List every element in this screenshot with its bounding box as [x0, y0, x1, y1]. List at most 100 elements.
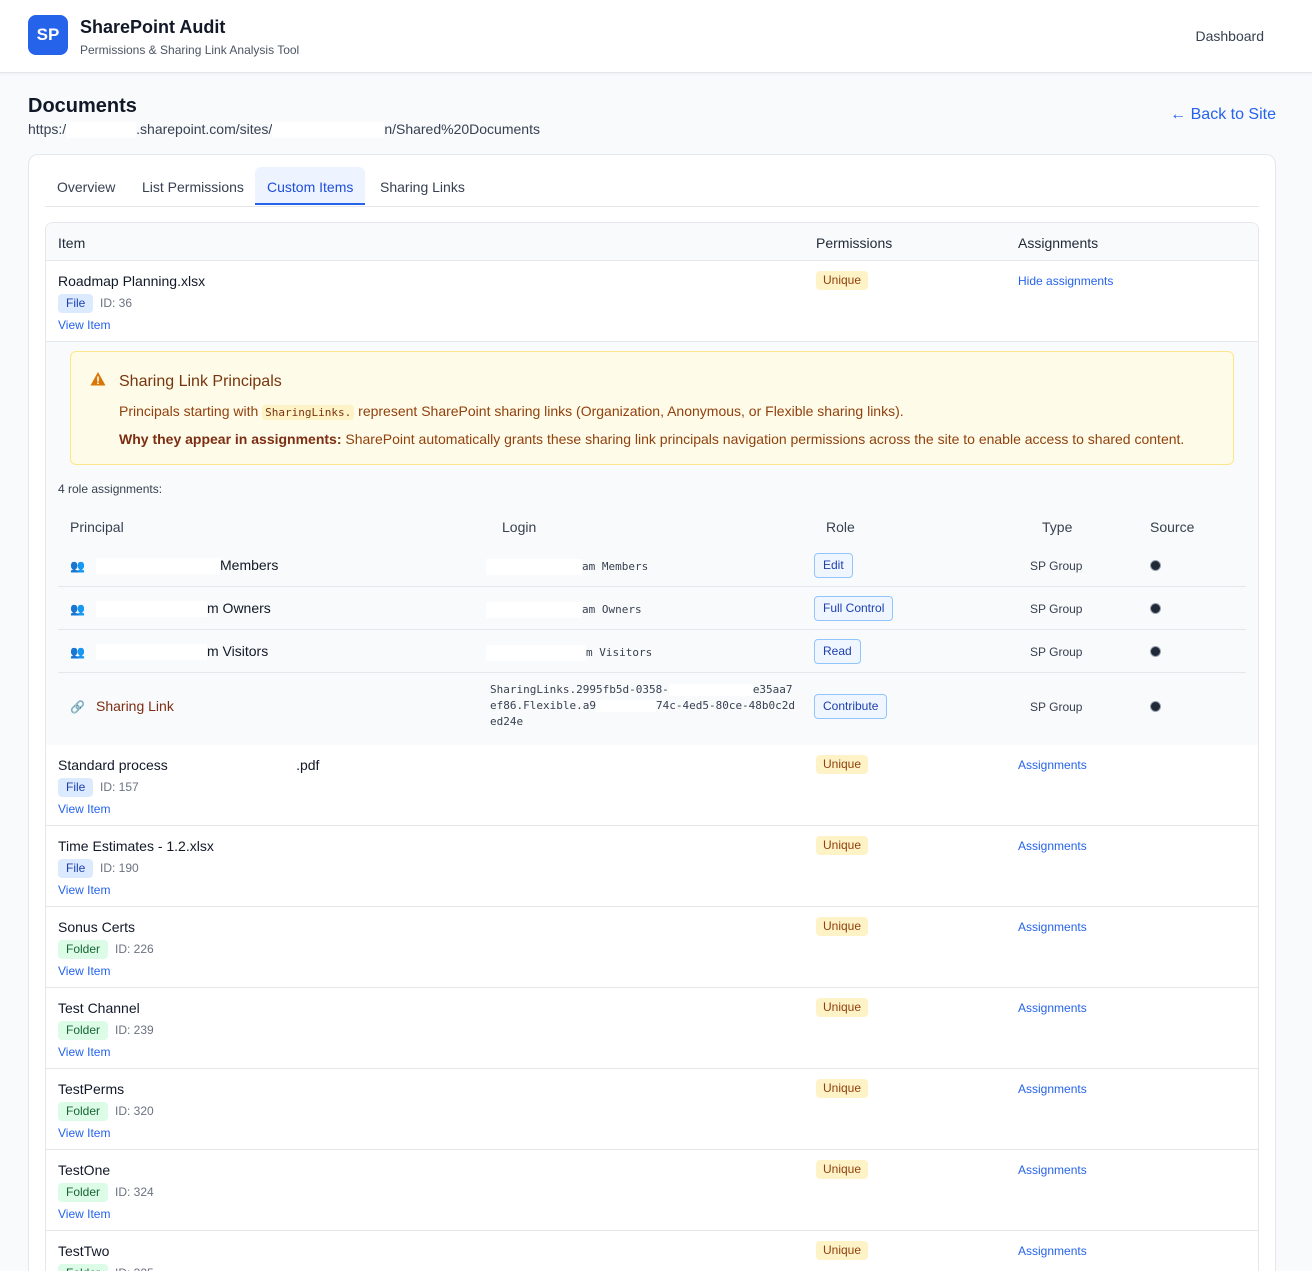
- permissions-badge: Unique: [816, 1241, 869, 1260]
- header-permissions: Permissions: [816, 235, 893, 251]
- permissions-badge: Unique: [816, 271, 869, 290]
- view-item-link[interactable]: View Item: [58, 318, 110, 332]
- view-item-link[interactable]: View Item: [58, 1207, 110, 1221]
- item-name: Test Channel: [58, 1000, 140, 1016]
- role-row: 👥 m Owners am Owners Full Control SP Grou…: [58, 587, 1246, 630]
- page-title: Documents: [28, 95, 137, 117]
- login-name: m Visitors: [486, 645, 652, 661]
- tab-overview[interactable]: Overview: [45, 167, 127, 206]
- principal-name: 👥 m Visitors: [70, 643, 269, 661]
- tab-bar: Overview List Permissions Custom Items S…: [45, 167, 1259, 207]
- source-indicator: [1150, 646, 1161, 657]
- view-item-link[interactable]: View Item: [58, 883, 110, 897]
- assignments-link[interactable]: Assignments: [1018, 758, 1087, 772]
- assignments-panel: Sharing Link Principals Principals start…: [46, 342, 1258, 746]
- table-row: Test Channel Folder ID: 239 View Item Un…: [46, 988, 1258, 1069]
- item-id: ID: 157: [100, 780, 139, 794]
- view-item-link[interactable]: View Item: [58, 1126, 110, 1140]
- item-name: Sonus Certs: [58, 919, 136, 935]
- table-row: Standard process .pdf File ID: 157 View …: [46, 745, 1258, 826]
- type-badge: File: [58, 294, 94, 313]
- permissions-badge: Unique: [816, 755, 869, 774]
- role-count: 4 role assignments:: [58, 482, 163, 496]
- table-row: TestTwo Folder ID: 325 Unique Assignment…: [46, 1231, 1258, 1271]
- type-badge: Folder: [58, 1102, 109, 1121]
- item-id: ID: 320: [115, 1104, 154, 1118]
- item-id: ID: 325: [115, 1266, 154, 1271]
- principal-type: SP Group: [1030, 559, 1083, 573]
- header-item: Item: [58, 235, 86, 251]
- nav-dashboard-link[interactable]: Dashboard: [1196, 28, 1265, 44]
- header-assignments: Assignments: [1018, 235, 1099, 251]
- principal-type: SP Group: [1030, 645, 1083, 659]
- item-name: Roadmap Planning.xlsx: [58, 273, 206, 289]
- table-row: Time Estimates - 1.2.xlsx File ID: 190 V…: [46, 826, 1258, 907]
- item-name: TestPerms: [58, 1081, 125, 1097]
- source-indicator: [1150, 603, 1161, 614]
- role-row: 🔗 Sharing Link SharingLinks.2995fb5d-0358…: [58, 673, 1246, 746]
- type-badge: File: [58, 778, 94, 797]
- type-badge: Folder: [58, 1021, 109, 1040]
- content-card: Overview List Permissions Custom Items S…: [28, 154, 1276, 1271]
- tab-custom-items[interactable]: Custom Items: [255, 167, 366, 205]
- back-to-site-link[interactable]: ← Back to Site: [1170, 106, 1276, 124]
- permissions-badge: Unique: [816, 836, 869, 855]
- app-title: SharePoint Audit: [80, 17, 226, 37]
- tab-sharing-links[interactable]: Sharing Links: [368, 167, 477, 206]
- type-badge: File: [58, 859, 94, 878]
- role-badge: Contribute: [814, 694, 888, 719]
- role-row: 👥 m Visitors m Visitors Read SP Group: [58, 630, 1246, 673]
- assignments-link[interactable]: Assignments: [1018, 839, 1087, 853]
- role-badge: Read: [814, 639, 861, 664]
- table-row: Sonus Certs Folder ID: 226 View Item Uni…: [46, 907, 1258, 988]
- permissions-badge: Unique: [816, 917, 869, 936]
- view-item-link[interactable]: View Item: [58, 802, 110, 816]
- role-badge: Edit: [814, 553, 853, 578]
- principal-name: 👥 m Owners: [70, 600, 271, 618]
- group-icon: 👥: [70, 645, 85, 659]
- item-id: ID: 226: [115, 942, 154, 956]
- type-badge: Folder: [58, 1183, 109, 1202]
- permissions-badge: Unique: [816, 1160, 869, 1179]
- group-icon: 👥: [70, 602, 85, 616]
- link-icon: 🔗: [70, 700, 85, 714]
- alert-title: Sharing Link Principals: [119, 373, 282, 390]
- assignments-link[interactable]: Assignments: [1018, 920, 1087, 934]
- login-name: SharingLinks.2995fb5d-0358- e35aa7 ef86.Fl…: [490, 683, 796, 728]
- permissions-badge: Unique: [816, 1079, 869, 1098]
- type-badge: Folder: [58, 940, 109, 959]
- source-indicator: [1150, 701, 1161, 712]
- header-source: Source: [1150, 519, 1195, 535]
- item-name: TestOne: [58, 1162, 111, 1178]
- code-chip: SharingLinks.: [262, 405, 355, 420]
- item-name: TestTwo: [58, 1243, 110, 1259]
- top-bar: SP SharePoint Audit Permissions & Sharin…: [0, 0, 1312, 73]
- principal-type: SP Group: [1030, 602, 1083, 616]
- role-badge: Full Control: [814, 596, 894, 621]
- warning-icon: [90, 372, 106, 386]
- view-item-link[interactable]: View Item: [58, 964, 110, 978]
- tab-list-permissions[interactable]: List Permissions: [130, 167, 256, 206]
- header-login: Login: [502, 519, 537, 535]
- assignments-link[interactable]: Assignments: [1018, 1082, 1087, 1096]
- alert-explanation: Why they appear in assignments: SharePoi…: [119, 431, 1185, 447]
- header-role: Role: [826, 519, 855, 535]
- source-indicator: [1150, 560, 1161, 571]
- item-name: Time Estimates - 1.2.xlsx: [58, 838, 214, 854]
- table-row: Roadmap Planning.xlsx File ID: 36 View I…: [46, 261, 1258, 746]
- assignments-link[interactable]: Assignments: [1018, 1163, 1087, 1177]
- assignments-link[interactable]: Assignments: [1018, 1244, 1087, 1258]
- permissions-badge: Unique: [816, 998, 869, 1017]
- item-id: ID: 190: [100, 861, 139, 875]
- principal-type: SP Group: [1030, 700, 1083, 714]
- app-logo[interactable]: SP: [28, 15, 68, 55]
- item-name: Standard process .pdf: [58, 757, 320, 773]
- item-id: ID: 239: [115, 1023, 154, 1037]
- table-row: TestPerms Folder ID: 320 View Item Uniqu…: [46, 1069, 1258, 1150]
- hide-assignments-link[interactable]: Hide assignments: [1018, 274, 1113, 288]
- assignments-link[interactable]: Assignments: [1018, 1001, 1087, 1015]
- view-item-link[interactable]: View Item: [58, 1045, 110, 1059]
- item-id: ID: 324: [115, 1185, 154, 1199]
- header-principal: Principal: [70, 519, 124, 535]
- type-badge: Folder: [58, 1264, 109, 1271]
